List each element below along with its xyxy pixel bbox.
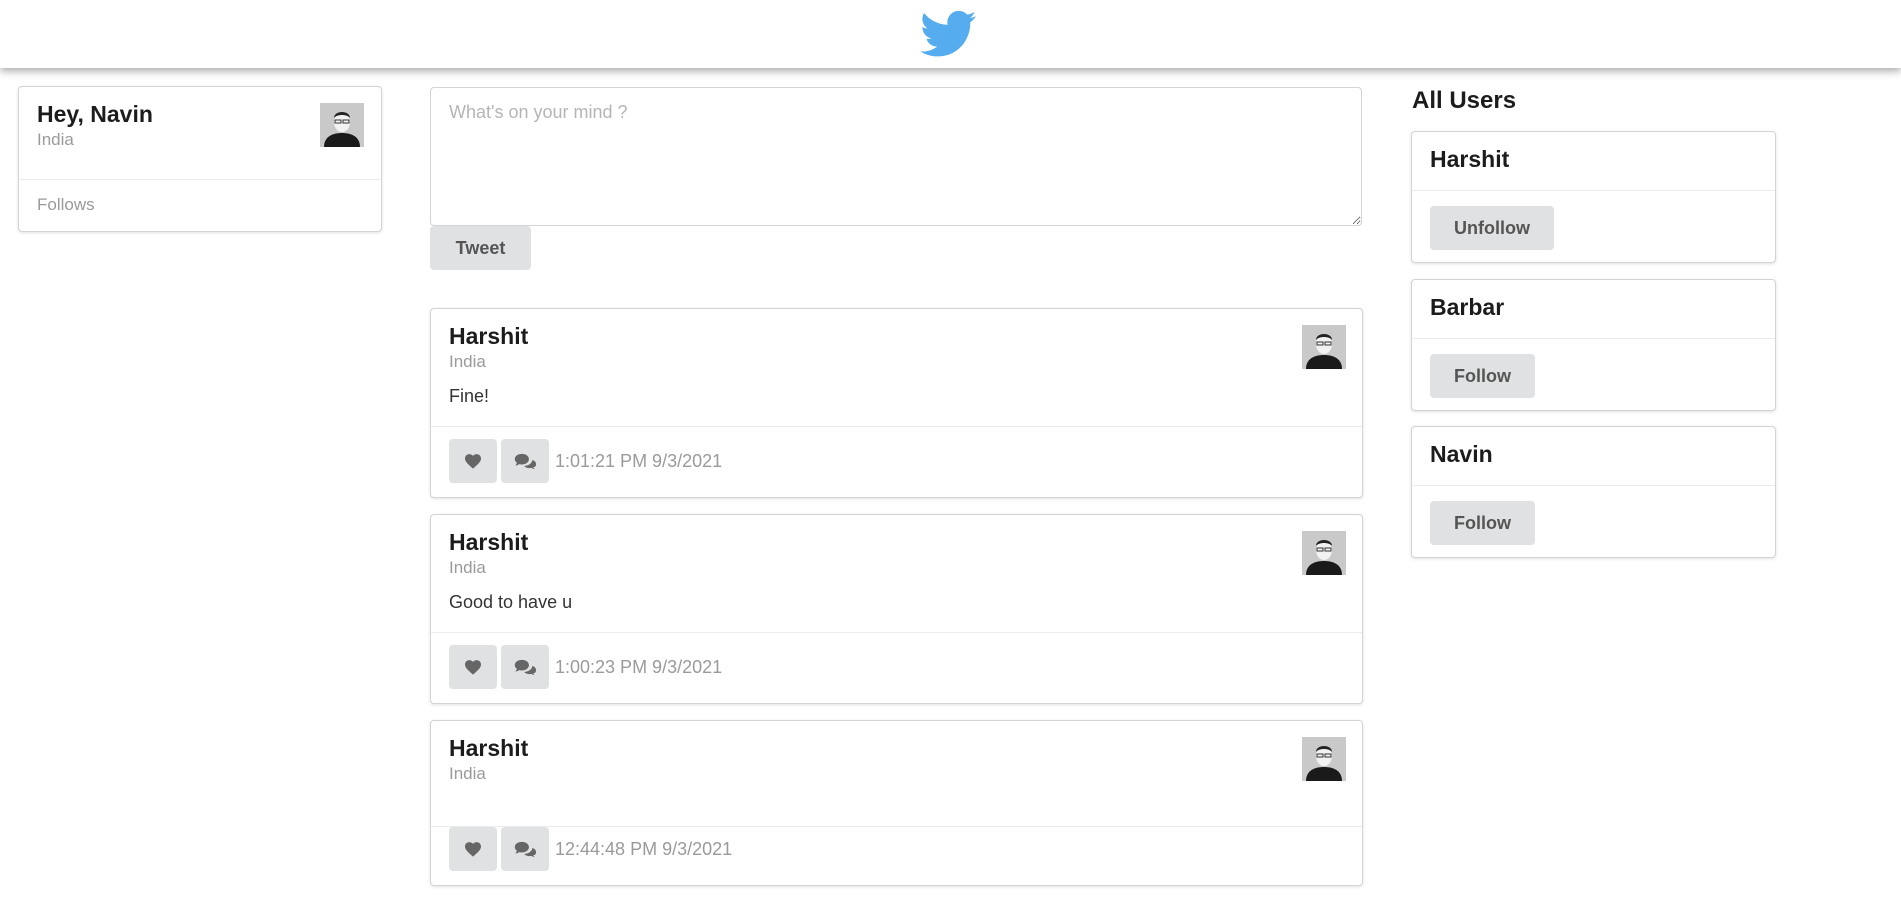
tweet-timestamp: 12:44:48 PM 9/3/2021 [555,839,733,859]
follows-link[interactable]: Follows [37,195,95,215]
comments-icon [514,841,536,857]
like-button[interactable] [449,439,497,483]
profile-card: Hey, Navin India Follows [18,86,382,232]
tweet-timestamp: 1:00:23 PM 9/3/2021 [555,657,723,677]
profile-location: India [37,130,74,149]
user-name: Barbar [1430,294,1505,320]
heart-icon [464,453,482,469]
like-button[interactable] [449,645,497,689]
card-divider [431,426,1362,427]
tweet-button[interactable]: Tweet [430,226,531,270]
user-name: Harshit [1430,146,1510,172]
user-avatar [1302,531,1346,575]
follow-button[interactable]: Follow [1430,354,1535,398]
user-avatar [1302,737,1346,781]
comment-button[interactable] [501,439,549,483]
tweet-card: Harshit India Good to have u 1:00:23 PM … [430,514,1363,704]
tweet-card: Harshit India 12:44:48 PM 9/3/2021 [430,720,1363,886]
comment-button[interactable] [501,827,549,871]
user-card: Harshit Unfollow [1411,131,1776,263]
comments-icon [514,659,536,675]
card-divider [19,179,381,180]
heart-icon [464,841,482,857]
tweet-text: Good to have u [449,592,573,612]
tweet-location: India [449,352,486,371]
comments-icon [514,453,536,469]
card-divider [1412,338,1775,339]
comment-button[interactable] [501,645,549,689]
card-divider [431,632,1362,633]
user-card: Barbar Follow [1411,279,1776,411]
profile-greeting: Hey, Navin [37,101,153,127]
heart-icon [464,659,482,675]
card-divider [1412,190,1775,191]
user-avatar [1302,325,1346,369]
tweet-timestamp: 1:01:21 PM 9/3/2021 [555,451,723,471]
user-card: Navin Follow [1411,426,1776,558]
avatar-image [320,103,364,147]
tweet-author: Harshit [449,323,529,349]
tweet-location: India [449,764,486,783]
twitter-bird-icon[interactable] [921,10,977,58]
user-name: Navin [1430,441,1493,467]
card-divider [431,826,1362,827]
follow-button[interactable]: Follow [1430,501,1535,545]
tweet-card: Harshit India Fine! 1:01:21 PM 9/3/2021 [430,308,1363,498]
user-avatar [320,103,364,147]
card-divider [1412,485,1775,486]
tweet-author: Harshit [449,735,529,761]
top-navbar [0,0,1901,68]
tweet-author: Harshit [449,529,529,555]
all-users-title: All Users [1412,87,1517,114]
unfollow-button[interactable]: Unfollow [1430,206,1554,250]
tweet-text: Fine! [449,386,490,406]
tweet-location: India [449,558,486,577]
like-button[interactable] [449,827,497,871]
tweet-input[interactable] [430,87,1362,226]
